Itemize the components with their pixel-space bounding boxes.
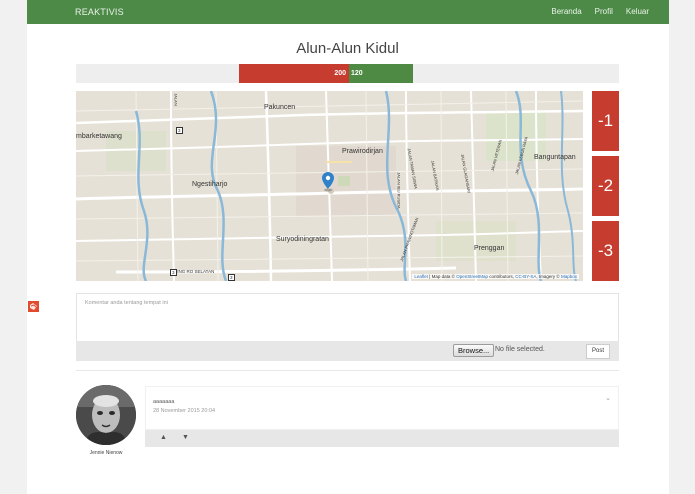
nav-link-beranda[interactable]: Beranda <box>551 7 581 16</box>
map-label-prenggan: Prenggan <box>474 245 505 252</box>
comment-author: Jennie Nienow <box>89 450 123 456</box>
leaflet-link[interactable]: Leaflet <box>414 274 428 279</box>
comment-date: 28 November 2015 20:04 <box>153 408 216 414</box>
map-route-badge: 3 <box>228 274 235 281</box>
map-label-banguntapan: Banguntapan <box>534 154 576 161</box>
map-route-badge: 3 <box>170 269 177 276</box>
attribution-text: | Map data © <box>429 274 455 279</box>
avatar <box>76 385 136 445</box>
score-button-minus-3[interactable]: -3 <box>592 221 619 281</box>
chevron-down-icon[interactable]: ⌄ <box>605 394 611 402</box>
mapbox-link[interactable]: Mapbox <box>561 274 577 279</box>
map-label-gamping: mbarketawang <box>76 133 122 140</box>
attribution-text: , Imagery © <box>536 274 560 279</box>
map-attribution: Leaflet | Map data © OpenStreetMap contr… <box>412 274 579 279</box>
cc-link[interactable]: CC-BY-SA <box>515 274 536 279</box>
avatar-portrait <box>76 385 136 445</box>
map-label-jalan-ibu-rusida: JALAN IBU RUSIDA <box>396 172 402 209</box>
map-label-jalan: JALAN <box>173 93 179 106</box>
browse-button[interactable]: Browse... <box>453 344 495 357</box>
vote-negative-segment: 200 <box>239 64 349 83</box>
nav-links: Beranda Profil Keluar <box>551 7 649 16</box>
comment-form <box>76 293 619 341</box>
comment-text: aaaaaaa <box>153 399 175 405</box>
score-button-minus-1[interactable]: -1 <box>592 91 619 151</box>
comment-input[interactable] <box>77 294 618 341</box>
page-title: Alun-Alun Kidul <box>296 40 399 57</box>
map-marker-icon[interactable] <box>322 172 334 192</box>
downvote-arrow-icon[interactable]: ▼ <box>182 434 189 441</box>
broken-image-icon <box>28 301 39 312</box>
post-button[interactable]: Post <box>586 344 610 359</box>
comment-toolbar: Browse... No file selected. Post <box>76 341 619 361</box>
map-label-ringroad: RING RO SELATAN <box>174 269 215 274</box>
osm-link[interactable]: OpenStreetMap <box>456 274 488 279</box>
divider <box>76 370 619 371</box>
map-label-ngestiharjo: Ngestiharjo <box>192 181 228 188</box>
map-label-prawirodirjan: Prawirodirjan <box>342 148 383 155</box>
map-label-pakuncen: Pakuncen <box>264 104 296 111</box>
vote-positive-segment: 120 <box>349 64 413 83</box>
score-button-minus-2[interactable]: -2 <box>592 156 619 216</box>
vote-bar: 200 120 <box>76 64 619 83</box>
nav-link-profil[interactable]: Profil <box>595 7 613 16</box>
comment-item: aaaaaaa 28 November 2015 20:04 ⌄ <box>145 386 619 430</box>
attribution-text: contributors, <box>489 274 515 279</box>
map-view[interactable]: Pakuncen mbarketawang Prawirodirjan Bang… <box>76 91 583 281</box>
map-route-badge: 3 <box>176 127 183 134</box>
brand-link[interactable]: REAKTIVIS <box>75 7 124 17</box>
nav-link-keluar[interactable]: Keluar <box>626 7 649 16</box>
upvote-arrow-icon[interactable]: ▲ <box>160 434 167 441</box>
comment-actions: ▲ ▼ <box>145 430 619 447</box>
file-status: No file selected. <box>495 346 545 353</box>
navbar: REAKTIVIS Beranda Profil Keluar <box>27 0 669 24</box>
map-label-suryodiningratan: Suryodiningratan <box>276 236 329 243</box>
